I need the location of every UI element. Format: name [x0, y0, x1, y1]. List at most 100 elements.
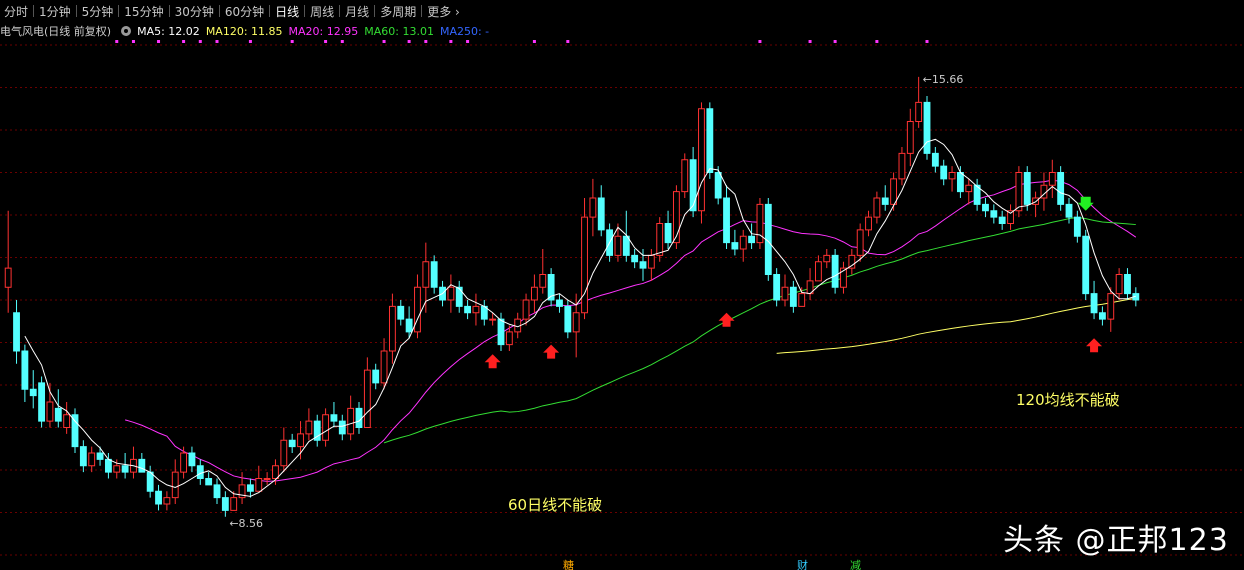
candle-body: [63, 414, 71, 428]
candle-body: [313, 420, 321, 441]
candle-body: [205, 478, 213, 486]
ma120-line: [776, 297, 1136, 354]
tab-6[interactable]: 日线: [271, 3, 303, 20]
candle-body: [71, 414, 79, 448]
candle-body: [1065, 203, 1073, 218]
settings-gear-icon[interactable]: [121, 26, 132, 36]
candle-body: [698, 108, 705, 212]
signal-dot: [566, 40, 570, 43]
candle-body: [1098, 312, 1106, 320]
candle-body: [297, 433, 304, 448]
candle-body: [46, 401, 54, 422]
tab-8[interactable]: 月线: [341, 3, 373, 20]
candle-body: [890, 178, 898, 205]
tab-0[interactable]: 分时: [0, 3, 32, 20]
signal-dot: [407, 40, 411, 43]
tab-5[interactable]: 60分钟: [221, 3, 268, 20]
bottom-mark: 减: [850, 559, 861, 570]
candle-body: [372, 369, 380, 384]
candle-body: [430, 261, 438, 288]
candle-body: [422, 261, 430, 288]
candle-body: [38, 382, 46, 422]
tab-separator: [118, 5, 120, 17]
signal-dot: [131, 40, 135, 43]
note-60-day: 60日线不能破: [508, 496, 602, 514]
candle-body: [589, 197, 597, 218]
signal-dot: [758, 40, 762, 43]
candle-body: [940, 165, 948, 180]
candle-body: [405, 318, 413, 333]
signal-dot: [115, 40, 119, 43]
signal-dot: [449, 40, 453, 43]
candle-body: [464, 305, 472, 314]
candle-body: [130, 458, 137, 473]
tab-9[interactable]: 多周期: [376, 3, 420, 20]
candle-body: [121, 465, 129, 473]
candle-body: [104, 458, 112, 473]
candle-body: [823, 254, 831, 263]
candle-body: [79, 446, 87, 467]
candle-body: [163, 497, 171, 505]
candle-body: [1107, 293, 1115, 320]
candle-body: [564, 305, 572, 333]
candle-body: [672, 191, 680, 244]
candle-body: [447, 286, 455, 301]
candle-body: [706, 108, 714, 173]
candle-body: [915, 101, 923, 122]
tab-10[interactable]: 更多 ›: [423, 3, 464, 20]
candle-body: [597, 197, 605, 231]
candle-body: [380, 350, 388, 384]
candle-body: [556, 299, 563, 307]
candle-body: [514, 318, 522, 333]
watermark: 头条 @正邦123: [1003, 523, 1229, 558]
candle-body: [363, 369, 371, 428]
candle-body: [347, 407, 355, 435]
candle-body: [998, 216, 1006, 224]
ma5-line: [24, 138, 1136, 497]
candle-body: [288, 439, 296, 448]
tab-3[interactable]: 15分钟: [120, 3, 167, 20]
candle-body: [263, 478, 271, 480]
candle-body: [480, 305, 488, 320]
candle-body: [96, 452, 104, 460]
sell-arrow-icon: [1077, 196, 1094, 211]
candle-body: [1090, 293, 1098, 314]
signal-dot: [182, 40, 186, 43]
candle-body: [831, 254, 839, 288]
tab-1[interactable]: 1分钟: [35, 3, 75, 20]
candlestick-chart[interactable]: ←15.66 ←8.56 60日线不能破 120均线不能破糖 财 减: [0, 0, 1244, 570]
tab-4[interactable]: 30分钟: [171, 3, 218, 20]
candle-body: [781, 286, 789, 301]
signal-dot: [157, 40, 161, 43]
candle-body: [614, 235, 622, 256]
signal-dot: [833, 40, 837, 43]
candle-body: [497, 318, 505, 346]
candle-body: [88, 452, 96, 467]
candle-body: [1132, 293, 1140, 301]
candle-body: [664, 223, 672, 244]
candle-body: [681, 159, 689, 193]
candle-body: [806, 280, 814, 295]
candle-body: [865, 216, 872, 231]
signal-dot: [248, 40, 252, 43]
candle-body: [739, 235, 747, 250]
tab-separator: [304, 5, 306, 17]
signal-dot: [324, 40, 328, 43]
signal-dot: [424, 40, 428, 43]
candle-body: [1015, 172, 1023, 212]
candle-body: [723, 197, 730, 244]
candle-body: [1124, 274, 1131, 295]
tab-2[interactable]: 5分钟: [78, 3, 118, 20]
ma20-line: [124, 179, 1137, 482]
legend-ma120: MA120: 11.85: [205, 24, 283, 38]
buy-arrow-icon: [1086, 338, 1103, 353]
candle-body: [472, 305, 480, 314]
candle-body: [639, 261, 647, 269]
candle-body: [647, 254, 655, 269]
tab-7[interactable]: 周线: [306, 3, 338, 20]
candle-body: [689, 159, 697, 212]
tab-separator: [75, 5, 77, 17]
candle-body: [1073, 216, 1081, 237]
candle-body: [731, 242, 739, 250]
candle-body: [539, 274, 547, 288]
